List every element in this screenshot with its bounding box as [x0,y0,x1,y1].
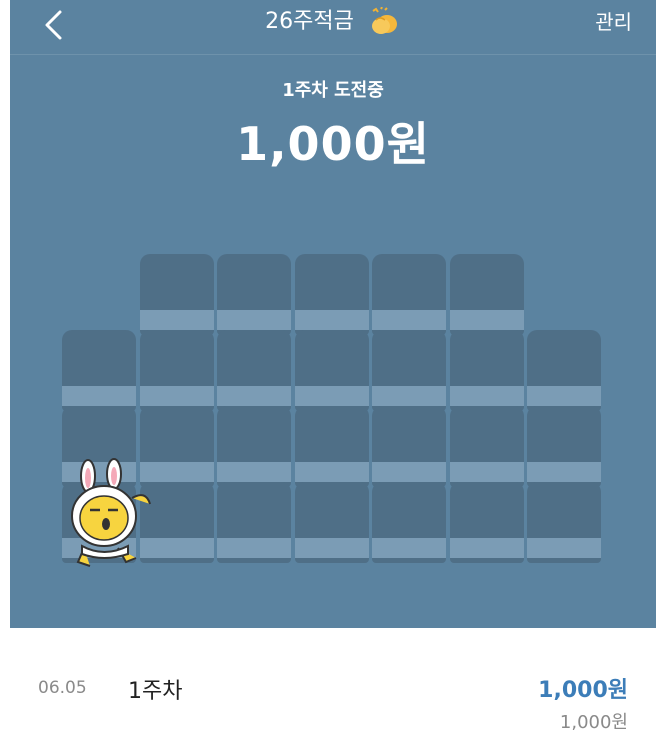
history-amount: 1,000원 [538,678,628,703]
week-seat [294,330,369,411]
week-seat [372,330,446,411]
challenge-status: 1주차 도전중 [282,80,384,101]
week-seat [294,482,369,563]
history-date: 06.05 [38,678,87,698]
week-seat [294,406,369,487]
top-bar: 26주적금 관리 [10,0,656,55]
week-seat [217,406,291,487]
challenge-hero: 26주적금 관리 1주차 도전중 1,000원 [10,0,656,628]
week-seat [217,330,291,411]
week-seat [372,406,446,487]
week-seat [217,482,291,563]
week-seat [527,482,601,563]
week-seat [449,406,524,487]
week-seat [372,254,446,335]
history-week: 1주차 [128,679,183,704]
week-seat [294,254,369,335]
week-seat [527,330,601,411]
week-seat [449,330,524,411]
week-seat [139,254,214,335]
clapping-hands-icon [371,7,397,34]
challenge-amount: 1,000원 [236,117,430,171]
history-row[interactable]: 06.05 1주차 1,000원 1,000원 [0,640,656,748]
week-seat [62,330,136,411]
manage-button[interactable]: 관리 [595,6,632,38]
week-seat [527,406,601,487]
page-title: 26주적금 [10,6,656,38]
week-seat [449,254,524,335]
rabbit-character-icon [71,458,151,567]
week-seat [217,254,291,335]
week-seat [139,330,214,411]
week-seat [372,482,446,563]
week-seat [449,482,524,563]
history-balance: 1,000원 [559,712,628,733]
page-title-text: 26주적금 [265,9,354,34]
